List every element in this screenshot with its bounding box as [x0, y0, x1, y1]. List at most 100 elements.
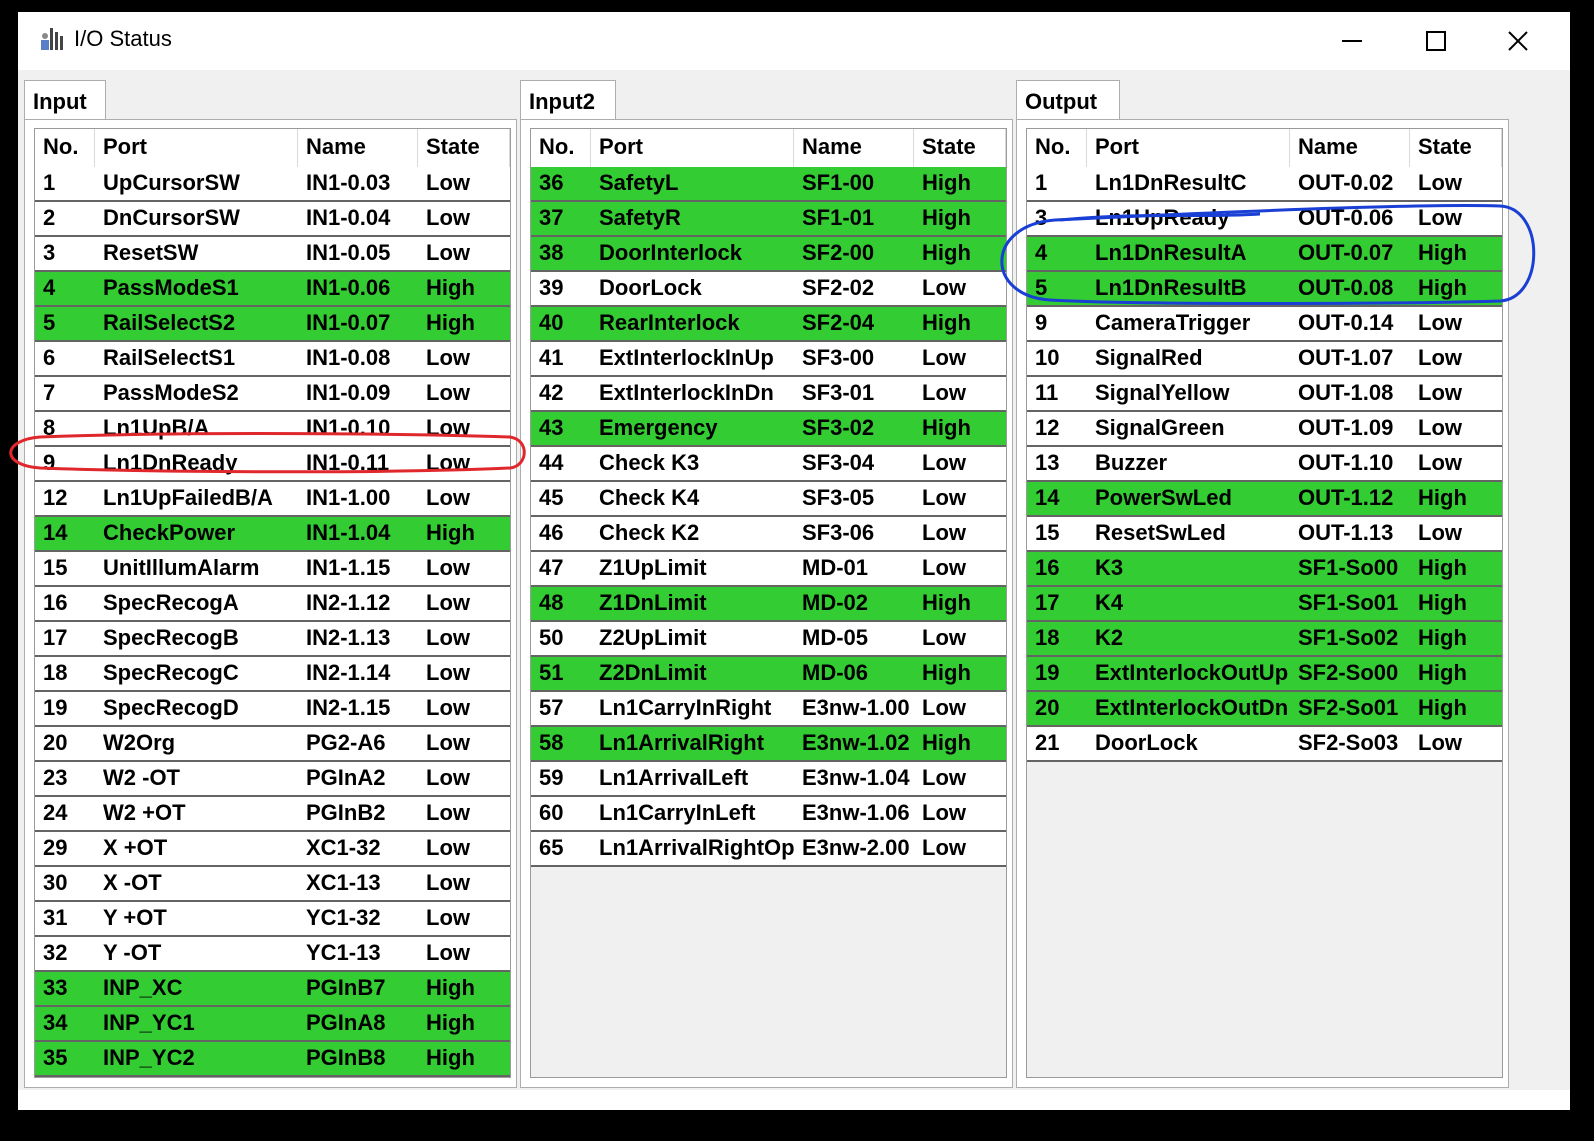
maximize-button[interactable] [1406, 18, 1466, 64]
column-header-no[interactable]: No. [35, 129, 95, 167]
io-row[interactable]: 18 SpecRecogC IN2-1.14 Low [35, 657, 510, 692]
column-header-no[interactable]: No. [531, 129, 591, 167]
io-row[interactable]: 48 Z1DnLimit MD-02 High [531, 587, 1006, 622]
cell-port: Z1UpLimit [599, 555, 707, 580]
column-header-state[interactable]: State [1410, 129, 1502, 167]
io-row[interactable]: 39 DoorLock SF2-02 Low [531, 272, 1006, 307]
column-header-state[interactable]: State [418, 129, 510, 167]
io-row[interactable]: 30 X -OT XC1-13 Low [35, 867, 510, 902]
cell-port: SignalYellow [1095, 380, 1230, 405]
io-row[interactable]: 20 ExtInterlockOutDn SF2-So01 High [1027, 692, 1502, 727]
io-row[interactable]: 5 RailSelectS2 IN1-0.07 High [35, 307, 510, 342]
input-io-grid[interactable]: No. Port Name State 1 UpCursorSW IN1-0.03 Low 2 D… [34, 128, 511, 1078]
column-header-port[interactable]: Port [95, 129, 298, 167]
column-header-port[interactable]: Port [1087, 129, 1290, 167]
cell-no: 20 [43, 730, 68, 755]
io-row[interactable]: 19 SpecRecogD IN2-1.15 Low [35, 692, 510, 727]
io-row[interactable]: 8 Ln1UpB/A IN1-0.10 Low [35, 412, 510, 447]
io-row[interactable]: 41 ExtInterlockInUp SF3-00 Low [531, 342, 1006, 377]
io-row[interactable]: 37 SafetyR SF1-01 High [531, 202, 1006, 237]
io-row[interactable]: 59 Ln1ArrivalLeft E3nw-1.04 Low [531, 762, 1006, 797]
io-row[interactable]: 33 INP_XC PGInB7 High [35, 972, 510, 1007]
column-header-port[interactable]: Port [591, 129, 794, 167]
io-row[interactable]: 6 RailSelectS1 IN1-0.08 Low [35, 342, 510, 377]
column-header-name[interactable]: Name [298, 129, 418, 167]
cell-port: Z1DnLimit [599, 590, 707, 615]
io-row[interactable]: 24 W2 +OT PGInB2 Low [35, 797, 510, 832]
io-row[interactable]: 16 K3 SF1-So00 High [1027, 552, 1502, 587]
io-row[interactable]: 40 RearInterlock SF2-04 High [531, 307, 1006, 342]
io-row[interactable]: 15 ResetSwLed OUT-1.13 Low [1027, 517, 1502, 552]
io-row[interactable]: 17 K4 SF1-So01 High [1027, 587, 1502, 622]
io-row[interactable]: 34 INP_YC1 PGInA8 High [35, 1007, 510, 1042]
io-row[interactable]: 9 Ln1DnReady IN1-0.11 Low [35, 447, 510, 482]
column-header-name[interactable]: Name [794, 129, 914, 167]
io-row[interactable]: 57 Ln1CarryInRight E3nw-1.00 Low [531, 692, 1006, 727]
cell-port: INP_XC [103, 975, 183, 1000]
column-header-name[interactable]: Name [1290, 129, 1410, 167]
cell-port: PassModeS1 [103, 275, 239, 300]
io-row[interactable]: 42 ExtInterlockInDn SF3-01 Low [531, 377, 1006, 412]
io-row[interactable]: 19 ExtInterlockOutUp SF2-So00 High [1027, 657, 1502, 692]
cell-state: Low [922, 485, 966, 510]
io-row[interactable]: 50 Z2UpLimit MD-05 Low [531, 622, 1006, 657]
io-row[interactable]: 4 PassModeS1 IN1-0.06 High [35, 272, 510, 307]
io-row[interactable]: 2 DnCursorSW IN1-0.04 Low [35, 202, 510, 237]
io-row[interactable]: 32 Y -OT YC1-13 Low [35, 937, 510, 972]
io-row[interactable]: 1 UpCursorSW IN1-0.03 Low [35, 167, 510, 202]
io-row[interactable]: 14 CheckPower IN1-1.04 High [35, 517, 510, 552]
cell-name: PG2-A6 [306, 730, 386, 755]
cell-port: Z2UpLimit [599, 625, 707, 650]
cell-port: RearInterlock [599, 310, 740, 335]
cell-name: OUT-0.07 [1298, 240, 1394, 265]
io-row[interactable]: 20 W2Org PG2-A6 Low [35, 727, 510, 762]
io-row[interactable]: 7 PassModeS2 IN1-0.09 Low [35, 377, 510, 412]
io-row[interactable]: 17 SpecRecogB IN2-1.13 Low [35, 622, 510, 657]
grid-header: No. Port Name State [35, 129, 510, 167]
io-row[interactable]: 3 ResetSW IN1-0.05 Low [35, 237, 510, 272]
io-row[interactable]: 13 Buzzer OUT-1.10 Low [1027, 447, 1502, 482]
input2-panel: Input2 No. Port Name State 36 SafetyL SF1-00 Hig… [520, 80, 1013, 1089]
io-row[interactable]: 21 DoorLock SF2-So03 Low [1027, 727, 1502, 762]
io-row[interactable]: 3 Ln1UpReady OUT-0.06 Low [1027, 202, 1502, 237]
io-row[interactable]: 14 PowerSwLed OUT-1.12 High [1027, 482, 1502, 517]
io-row[interactable]: 5 Ln1DnResultB OUT-0.08 High [1027, 272, 1502, 307]
io-row[interactable]: 10 SignalRed OUT-1.07 Low [1027, 342, 1502, 377]
cell-state: Low [922, 695, 966, 720]
io-row[interactable]: 60 Ln1CarryInLeft E3nw-1.06 Low [531, 797, 1006, 832]
cell-state: Low [426, 555, 470, 580]
io-row[interactable]: 16 SpecRecogA IN2-1.12 Low [35, 587, 510, 622]
io-row[interactable]: 51 Z2DnLimit MD-06 High [531, 657, 1006, 692]
close-button[interactable] [1488, 18, 1548, 64]
io-row[interactable]: 44 Check K3 SF3-04 Low [531, 447, 1006, 482]
cell-state: High [426, 310, 475, 335]
tab-input[interactable]: Input [24, 80, 106, 120]
io-row[interactable]: 29 X +OT XC1-32 Low [35, 832, 510, 867]
io-row[interactable]: 12 Ln1UpFailedB/A IN1-1.00 Low [35, 482, 510, 517]
input2-io-grid[interactable]: No. Port Name State 36 SafetyL SF1-00 High 37 Saf… [530, 128, 1007, 1078]
io-row[interactable]: 35 INP_YC2 PGInB8 High [35, 1042, 510, 1077]
tab-input2[interactable]: Input2 [520, 80, 616, 120]
io-row[interactable]: 1 Ln1DnResultC OUT-0.02 Low [1027, 167, 1502, 202]
io-row[interactable]: 31 Y +OT YC1-32 Low [35, 902, 510, 937]
minimize-button[interactable] [1322, 18, 1382, 64]
io-row[interactable]: 36 SafetyL SF1-00 High [531, 167, 1006, 202]
output-io-grid[interactable]: No. Port Name State 1 Ln1DnResultC OUT-0.02 Low… [1026, 128, 1503, 1078]
io-row[interactable]: 11 SignalYellow OUT-1.08 Low [1027, 377, 1502, 412]
io-row[interactable]: 46 Check K2 SF3-06 Low [531, 517, 1006, 552]
io-row[interactable]: 18 K2 SF1-So02 High [1027, 622, 1502, 657]
io-row[interactable]: 12 SignalGreen OUT-1.09 Low [1027, 412, 1502, 447]
io-row[interactable]: 47 Z1UpLimit MD-01 Low [531, 552, 1006, 587]
io-row[interactable]: 23 W2 -OT PGInA2 Low [35, 762, 510, 797]
tab-output[interactable]: Output [1016, 80, 1120, 120]
io-row[interactable]: 65 Ln1ArrivalRightOp E3nw-2.00 Low [531, 832, 1006, 867]
io-row[interactable]: 9 CameraTrigger OUT-0.14 Low [1027, 307, 1502, 342]
io-row[interactable]: 4 Ln1DnResultA OUT-0.07 High [1027, 237, 1502, 272]
io-row[interactable]: 58 Ln1ArrivalRight E3nw-1.02 High [531, 727, 1006, 762]
io-row[interactable]: 43 Emergency SF3-02 High [531, 412, 1006, 447]
column-header-no[interactable]: No. [1027, 129, 1087, 167]
io-row[interactable]: 38 DoorInterlock SF2-00 High [531, 237, 1006, 272]
io-row[interactable]: 15 UnitIllumAlarm IN1-1.15 Low [35, 552, 510, 587]
io-row[interactable]: 45 Check K4 SF3-05 Low [531, 482, 1006, 517]
column-header-state[interactable]: State [914, 129, 1006, 167]
